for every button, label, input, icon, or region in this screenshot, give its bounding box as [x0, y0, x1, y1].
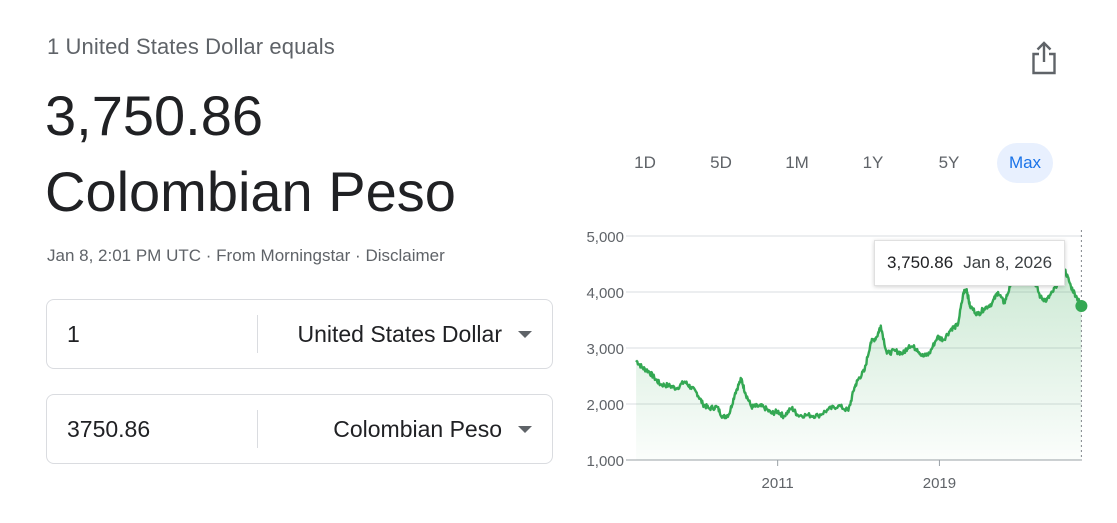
from-currency-label: United States Dollar	[297, 320, 502, 347]
y-tick-label: 5,000	[586, 229, 624, 246]
from-currency-select[interactable]: United States Dollar	[258, 321, 552, 348]
tooltip-date: Jan 8, 2026	[963, 253, 1053, 272]
range-tab-1m[interactable]: 1M	[769, 143, 825, 183]
tooltip-value: 3,750.86	[887, 253, 954, 272]
rate-timestamp: Jan 8, 2:01 PM UTC	[47, 246, 202, 265]
target-currency-name: Colombian Peso	[45, 160, 456, 223]
y-tick-label: 2,000	[586, 397, 624, 414]
to-currency-select[interactable]: Colombian Peso	[258, 416, 552, 443]
meta-separator: ·	[355, 246, 361, 265]
disclaimer-link[interactable]: Disclaimer	[365, 246, 444, 265]
share-icon	[1032, 41, 1056, 75]
to-currency-label: Colombian Peso	[333, 415, 502, 442]
conversion-headline: 1 United States Dollar equals	[47, 34, 335, 59]
caret-down-icon	[518, 425, 532, 433]
y-tick-label: 3,000	[586, 341, 624, 358]
share-button[interactable]	[1024, 38, 1064, 78]
range-tab-1y[interactable]: 1Y	[845, 143, 901, 183]
current-value-marker	[1075, 299, 1088, 312]
rate-source: From Morningstar	[216, 246, 351, 265]
x-tick-label: 2019	[923, 475, 956, 492]
range-tab-5d[interactable]: 5D	[693, 143, 749, 183]
rate-meta: Jan 8, 2:01 PM UTC · From Morningstar · …	[47, 246, 445, 266]
from-currency-row: United States Dollar	[46, 299, 553, 369]
range-tab-1d[interactable]: 1D	[617, 143, 673, 183]
meta-separator: ·	[205, 246, 212, 265]
range-tab-max[interactable]: Max	[997, 143, 1053, 183]
to-currency-row: Colombian Peso	[46, 394, 553, 464]
chart-tooltip: 3,750.86 Jan 8, 2026	[874, 240, 1066, 286]
caret-down-icon	[518, 330, 532, 338]
range-tab-5y[interactable]: 5Y	[921, 143, 977, 183]
y-tick-label: 1,000	[586, 453, 624, 470]
converted-amount: 3,750.86	[45, 84, 263, 147]
x-tick-label: 2011	[762, 475, 794, 492]
from-amount-input[interactable]	[67, 320, 257, 348]
y-tick-label: 4,000	[586, 285, 624, 302]
to-amount-input[interactable]	[67, 415, 257, 443]
